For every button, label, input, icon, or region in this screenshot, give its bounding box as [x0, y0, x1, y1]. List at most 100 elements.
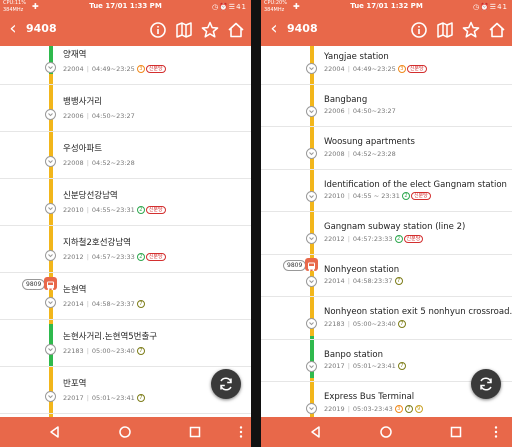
stop-id: 22012 — [63, 253, 84, 261]
nav-menu-button[interactable] — [487, 423, 505, 441]
stop-meta: 22014 | 04:58~23:37 7 — [63, 300, 145, 308]
chevron-down-icon — [45, 156, 56, 167]
stop-id: 22017 — [324, 362, 345, 370]
stop-row[interactable]: 신분당선강남역 22010 | 04:55~23:31 2 신분당 — [0, 179, 251, 226]
subway-line-badge: 3 — [136, 65, 145, 73]
stop-row[interactable]: 지하철2호선강남역 22012 | 04:57~23:33 2 신분당 — [0, 226, 251, 273]
subway-line-badge: 2 — [401, 192, 410, 200]
stop-meta: 22019 | 05:03-23:43 3 7 9 — [324, 404, 423, 413]
stop-row[interactable]: Bangbang 22006 | 04:50~23:27 — [261, 85, 512, 127]
stop-list[interactable]: Yangjae station 22004 | 04:49~23:25 3 신분당 Bang… — [261, 46, 512, 417]
favorite-button[interactable] — [460, 19, 482, 41]
stop-meta: 22014 | 04:58:23:37 7 — [324, 277, 403, 285]
stop-meta: 22006 | 04:50~23:27 — [63, 112, 135, 120]
star-icon — [462, 21, 480, 38]
stop-hours: 04:49~23:25 — [91, 65, 135, 73]
stop-row[interactable]: 뱅뱅사거리 22006 | 04:50~23:27 — [0, 85, 251, 132]
subway-line-badge: 7 — [404, 404, 413, 413]
favorite-button[interactable] — [199, 19, 221, 41]
stop-meta: 22010 | 04:55~23:31 2 신분당 — [63, 206, 166, 214]
status-icons: ◷⏰☰41 — [211, 3, 247, 11]
screenshot-pair: CPU:11% 384MHz ✚ Tue 17/01 1:33 PM ◷⏰☰41… — [0, 0, 512, 447]
stop-meta: 22010 | 04:55 ~ 23:31 2 신분당 — [324, 192, 431, 200]
divider — [251, 0, 261, 447]
stop-row[interactable]: Identification of the elect Gangnam stat… — [261, 170, 512, 212]
separator: | — [347, 319, 350, 328]
info-button[interactable] — [147, 19, 169, 41]
bus-icon — [47, 281, 54, 291]
map-button[interactable] — [173, 19, 195, 41]
stop-name: 반포역 — [63, 379, 87, 389]
stop-meta: 22008 | 04:52~23:28 — [63, 159, 135, 167]
stop-name: Banpo station — [324, 349, 383, 360]
nav-recents-button[interactable] — [186, 423, 204, 441]
chevron-down-icon — [306, 105, 317, 117]
battery-level: 41 — [236, 3, 247, 11]
refresh-button[interactable] — [211, 369, 241, 399]
nav-back-button[interactable] — [46, 423, 64, 441]
stop-meta: 22008 | 04:52~23:28 — [324, 150, 396, 158]
bus-marker[interactable] — [44, 277, 57, 291]
info-button[interactable] — [408, 19, 430, 41]
separator: | — [86, 394, 89, 402]
nav-menu-button[interactable] — [232, 423, 250, 441]
stop-id: 22017 — [63, 394, 84, 402]
battery-level: 41 — [497, 3, 508, 11]
stop-name: 논현사거리.논현역5번출구 — [63, 332, 158, 342]
stop-hours: 04:50~23:27 — [352, 107, 396, 115]
stop-id: 22006 — [63, 112, 84, 120]
stop-row[interactable]: 논현사거리.논현역5번출구 22183 | 05:00~23:40 7 — [0, 320, 251, 367]
bus-marker[interactable] — [305, 258, 318, 272]
stop-id: 22010 — [324, 192, 345, 200]
stop-list[interactable]: 양재역 22004 | 04:49~23:25 3 신분당뱅뱅사거리 22006 | 04:50… — [0, 46, 251, 417]
bus-icon — [308, 262, 315, 272]
separator: | — [347, 192, 350, 200]
home-icon — [228, 22, 244, 38]
nav-recents-button[interactable] — [447, 423, 465, 441]
stop-id: 22012 — [324, 234, 345, 243]
stop-name: 뱅뱅사거리 — [63, 97, 103, 107]
stop-row[interactable]: 양재역 22004 | 04:49~23:25 3 신분당 — [0, 46, 251, 85]
home-button[interactable] — [225, 19, 247, 41]
home-button[interactable] — [486, 19, 508, 41]
stop-meta: 22004 | 04:49~23:25 3 신분당 — [324, 64, 427, 73]
chevron-down-icon — [45, 297, 56, 308]
subway-line-badge: 2 — [136, 253, 145, 261]
stop-row[interactable]: Gangnam subway station (line 2) 22012 | 04:… — [261, 212, 512, 255]
phone-english: CPU:20% 384MHz ✚ Tue 17/01 1:32 PM ◷⏰☰41… — [261, 0, 512, 447]
back-button[interactable]: ‹ — [2, 18, 24, 42]
stop-meta: 22012 | 04:57~23:33 2 신분당 — [63, 253, 166, 261]
stop-name: Woosung apartments — [324, 137, 415, 147]
chevron-down-icon — [306, 360, 317, 372]
stop-row[interactable]: 우성아파트 22008 | 04:52~23:28 — [0, 132, 251, 179]
nav-home-button[interactable] — [377, 423, 395, 441]
chevron-down-icon — [45, 391, 56, 402]
nav-back-button[interactable] — [307, 423, 325, 441]
stop-row[interactable]: Nonhyeon station exit 5 nonhyun crossroa… — [261, 297, 512, 340]
map-button[interactable] — [434, 19, 456, 41]
stop-row[interactable]: Yangjae station 22004 | 04:49~23:25 3 신분당 — [261, 46, 512, 85]
stop-hours: 04:57:23:33 — [352, 234, 393, 243]
stop-meta: 22017 | 05:01~23:41 7 — [324, 362, 406, 370]
stop-meta: 22183 | 05:00~23:40 7 — [63, 347, 145, 355]
nav-home-button[interactable] — [116, 423, 134, 441]
stop-hours: 04:55~23:31 — [91, 206, 135, 214]
stop-id: 22006 — [324, 107, 345, 115]
separator: | — [347, 107, 350, 115]
bus-plate-tag: 9809 — [22, 279, 46, 290]
app-bar: ‹ 9408 — [0, 14, 251, 46]
info-icon — [150, 22, 166, 38]
stop-row[interactable]: Woosung apartments 22008 | 04:52~23:28 — [261, 127, 512, 170]
back-button[interactable]: ‹ — [263, 18, 285, 42]
stop-hours: 04:58~23:37 — [91, 300, 135, 308]
refresh-button[interactable] — [471, 369, 501, 399]
stop-hours: 05:00~23:40 — [91, 347, 135, 355]
chevron-down-icon — [306, 233, 317, 244]
subway-line-badge: 7 — [397, 319, 406, 328]
stop-hours: 04:49~23:25 — [352, 64, 396, 73]
stop-id: 22004 — [63, 65, 84, 73]
refresh-icon — [220, 377, 232, 391]
stop-name: Identification of the elect Gangnam stat… — [324, 179, 507, 190]
separator: | — [347, 234, 350, 243]
chevron-left-icon: ‹ — [9, 18, 17, 39]
